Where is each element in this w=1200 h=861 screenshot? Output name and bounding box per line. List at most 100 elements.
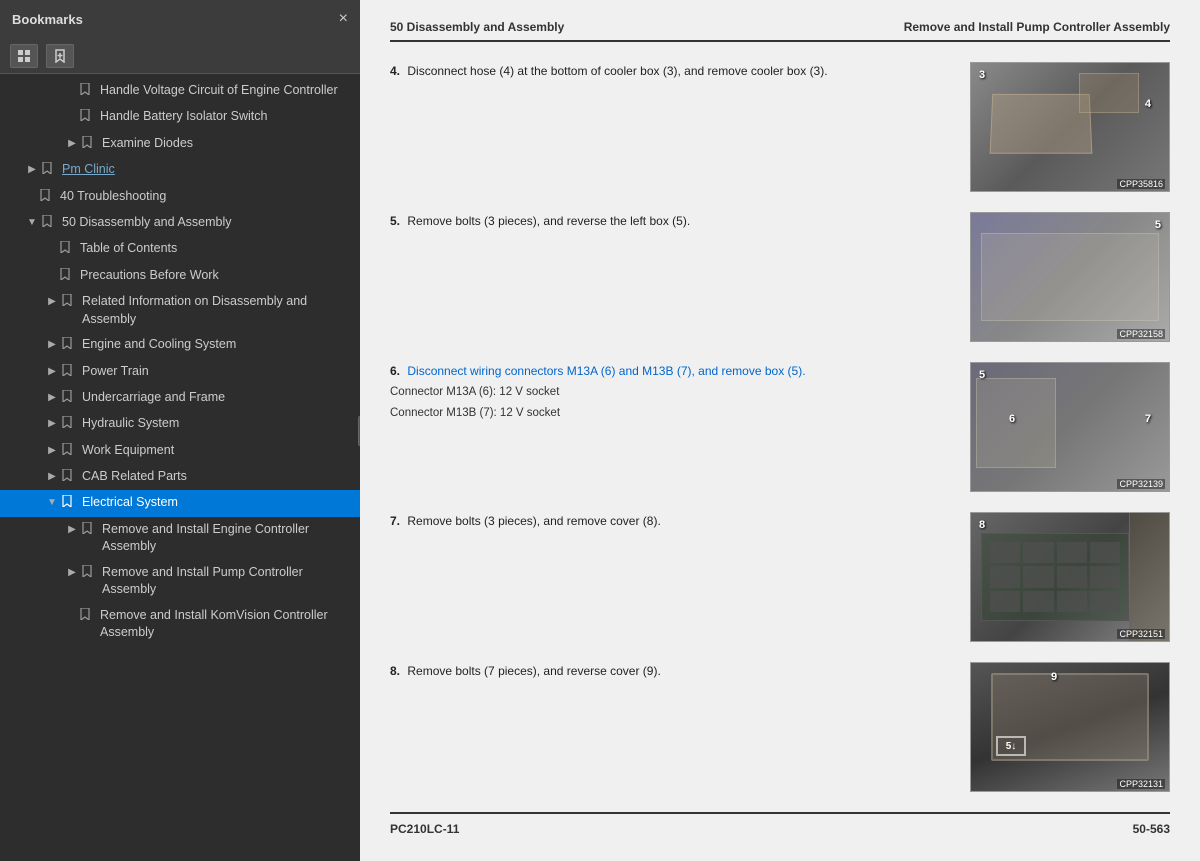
close-button[interactable]: ×: [339, 10, 348, 28]
doc-step-6: 6. Disconnect wiring connectors M13A (6)…: [390, 362, 1170, 492]
expand-electrical[interactable]: ▼: [44, 495, 60, 511]
doc-step-4: 4. Disconnect hose (4) at the bottom of …: [390, 62, 1170, 192]
remove-pump-ctrl-label: Remove and Install Pump Controller Assem…: [102, 564, 352, 599]
expand-cab-related[interactable]: ▶: [44, 469, 60, 485]
sidebar-collapse-button[interactable]: ◀: [358, 416, 360, 446]
img-label-9: 9: [1051, 671, 1057, 683]
sidebar-item-remove-pump-ctrl[interactable]: ▶ Remove and Install Pump Controller Ass…: [0, 560, 360, 603]
pm-clinic-label: Pm Clinic: [62, 161, 352, 179]
bookmark-icon-handle-battery: [80, 109, 94, 126]
step-6-description-link[interactable]: Disconnect wiring connectors M13A (6) an…: [407, 364, 805, 378]
power-train-label: Power Train: [82, 363, 352, 381]
step-8-text: 8. Remove bolts (7 pieces), and reverse …: [390, 662, 954, 680]
step-4-image: 3 4 CPP35816: [970, 62, 1170, 192]
sidebar-item-handle-battery[interactable]: Handle Battery Isolator Switch: [0, 104, 360, 130]
doc-header-left: 50 Disassembly and Assembly: [390, 20, 564, 34]
bookmark-icon-electrical: [62, 495, 76, 512]
sidebar-item-electrical[interactable]: ▼ Electrical System: [0, 490, 360, 516]
doc-header: 50 Disassembly and Assembly Remove and I…: [390, 20, 1170, 42]
expand-examine-diodes[interactable]: ▶: [64, 136, 80, 152]
precautions-label: Precautions Before Work: [80, 267, 352, 285]
grid-view-button[interactable]: [10, 44, 38, 68]
img-label-5a: 5: [1155, 219, 1161, 231]
step-7-img-caption: CPP32151: [1117, 629, 1165, 639]
expand-50-disassembly[interactable]: ▼: [24, 215, 40, 231]
bookmark-icon-undercarriage: [62, 390, 76, 407]
main-content: 50 Disassembly and Assembly Remove and I…: [360, 0, 1200, 861]
step-7-description: Remove bolts (3 pieces), and remove cove…: [407, 514, 660, 528]
expand-pm-clinic[interactable]: ▶: [24, 162, 40, 178]
work-equipment-label: Work Equipment: [82, 442, 352, 460]
grid-icon: [17, 49, 31, 63]
hydraulic-label: Hydraulic System: [82, 415, 352, 433]
img-label-8: 8: [979, 519, 985, 531]
remove-komvision-label: Remove and Install KomVision Controller …: [100, 607, 352, 642]
related-info-label: Related Information on Disassembly and A…: [82, 293, 352, 328]
handle-battery-label: Handle Battery Isolator Switch: [100, 108, 352, 126]
sidebar-item-handle-voltage[interactable]: Handle Voltage Circuit of Engine Control…: [0, 78, 360, 104]
sidebar-item-50-disassembly[interactable]: ▼ 50 Disassembly and Assembly: [0, 210, 360, 236]
expand-power-train[interactable]: ▶: [44, 364, 60, 380]
expand-hydraulic[interactable]: ▶: [44, 416, 60, 432]
bookmark-icon-remove-komvision: [80, 608, 94, 625]
step-7-image: 8 CPP32151: [970, 512, 1170, 642]
sidebar-item-hydraulic[interactable]: ▶ Hydraulic System: [0, 411, 360, 437]
img-label-7: 7: [1145, 413, 1151, 425]
step-8-description: Remove bolts (7 pieces), and reverse cov…: [407, 664, 660, 678]
sidebar-item-remove-engine-ctrl[interactable]: ▶ Remove and Install Engine Controller A…: [0, 517, 360, 560]
expand-related-info[interactable]: ▶: [44, 294, 60, 310]
bookmark-add-button[interactable]: [46, 44, 74, 68]
bookmark-icon-handle-voltage: [80, 83, 94, 100]
bookmark-icon-50-disassembly: [42, 215, 56, 232]
bookmark-icon-40-troubleshooting: [40, 189, 54, 206]
img-label-3: 3: [979, 69, 985, 81]
expand-engine-cooling[interactable]: ▶: [44, 337, 60, 353]
step-4-img-caption: CPP35816: [1117, 179, 1165, 189]
sidebar-item-pm-clinic[interactable]: ▶ Pm Clinic: [0, 157, 360, 183]
expand-work-equipment[interactable]: ▶: [44, 443, 60, 459]
bookmark-add-icon: [53, 49, 67, 63]
step-6-subline-1: Connector M13A (6): 12 V socket: [390, 384, 954, 401]
sidebar-item-cab-related[interactable]: ▶ CAB Related Parts: [0, 464, 360, 490]
remove-engine-ctrl-label: Remove and Install Engine Controller Ass…: [102, 521, 352, 556]
expand-remove-engine-ctrl[interactable]: ▶: [64, 522, 80, 538]
sidebar-title: Bookmarks: [12, 12, 83, 27]
bookmark-icon-examine-diodes: [82, 136, 96, 153]
bookmark-icon-engine-cooling: [62, 337, 76, 354]
sidebar-item-related-info[interactable]: ▶ Related Information on Disassembly and…: [0, 289, 360, 332]
step-6-img-caption: CPP32139: [1117, 479, 1165, 489]
expand-undercarriage[interactable]: ▶: [44, 390, 60, 406]
sidebar-item-engine-cooling[interactable]: ▶ Engine and Cooling System: [0, 332, 360, 358]
sidebar-item-remove-komvision[interactable]: Remove and Install KomVision Controller …: [0, 603, 360, 646]
img-label-4: 4: [1145, 98, 1151, 110]
doc-step-5: 5. Remove bolts (3 pieces), and reverse …: [390, 212, 1170, 342]
examine-diodes-label: Examine Diodes: [102, 135, 352, 153]
sidebar-item-undercarriage[interactable]: ▶ Undercarriage and Frame: [0, 385, 360, 411]
step-5-num: 5.: [390, 214, 400, 228]
sidebar-item-power-train[interactable]: ▶ Power Train: [0, 359, 360, 385]
bookmark-icon-related-info: [62, 294, 76, 311]
bookmark-icon-toc: [60, 241, 74, 258]
bookmark-icon-power-train: [62, 364, 76, 381]
sidebar-item-precautions[interactable]: Precautions Before Work: [0, 263, 360, 289]
step-8-img-caption: CPP32131: [1117, 779, 1165, 789]
engine-cooling-label: Engine and Cooling System: [82, 336, 352, 354]
expand-remove-pump-ctrl[interactable]: ▶: [64, 565, 80, 581]
sidebar-item-table-of-contents[interactable]: Table of Contents: [0, 236, 360, 262]
cab-related-label: CAB Related Parts: [82, 468, 352, 486]
step-7-num: 7.: [390, 514, 400, 528]
bookmark-icon-hydraulic: [62, 416, 76, 433]
bookmark-icon-precautions: [60, 268, 74, 285]
doc-footer-right: 50-563: [1133, 822, 1170, 836]
doc-step-8: 8. Remove bolts (7 pieces), and reverse …: [390, 662, 1170, 792]
sidebar-toolbar: [0, 38, 360, 74]
undercarriage-label: Undercarriage and Frame: [82, 389, 352, 407]
sidebar-item-40-troubleshooting[interactable]: 40 Troubleshooting: [0, 184, 360, 210]
img-label-5b: 5: [979, 369, 985, 381]
bookmark-icon-remove-pump-ctrl: [82, 565, 96, 582]
sidebar-item-examine-diodes[interactable]: ▶ Examine Diodes: [0, 131, 360, 157]
step-8-image: 5↓ 9 CPP32131: [970, 662, 1170, 792]
sidebar-item-work-equipment[interactable]: ▶ Work Equipment: [0, 438, 360, 464]
doc-footer-left: PC210LC-11: [390, 822, 459, 836]
step-5-img-caption: CPP32158: [1117, 329, 1165, 339]
